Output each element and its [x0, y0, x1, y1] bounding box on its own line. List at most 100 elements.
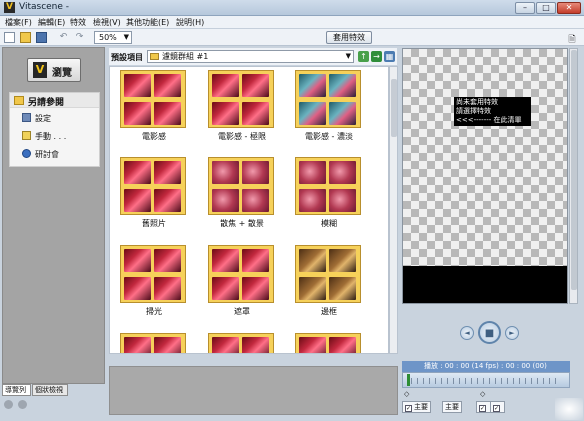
preview-message-line: 尚未套用特效	[456, 98, 498, 106]
playhead-handle[interactable]	[407, 374, 410, 386]
sidebar-item-manual[interactable]: 手動 . . .	[22, 131, 66, 142]
settings-label: 設定	[35, 114, 51, 123]
preset-preview-image	[212, 277, 239, 300]
browse-button[interactable]: V 瀏覽	[27, 58, 81, 82]
maximize-button[interactable]: □	[536, 2, 556, 14]
tab-navigation[interactable]: 導覽列	[2, 384, 31, 396]
presets-scrollbar[interactable]	[389, 66, 398, 354]
minimize-button[interactable]: –	[515, 2, 535, 14]
preset-thumbnail	[120, 245, 186, 303]
browse-label: 瀏覽	[52, 68, 72, 79]
sidebar-tabs: 導覽列 個狀檢視	[2, 384, 105, 396]
preview-message: 尚未套用特效 請選擇特效 <<<------- 在此清單	[454, 97, 531, 126]
preview-scrollbar[interactable]	[569, 48, 578, 304]
folder-up-icon[interactable]: ↑	[358, 51, 369, 62]
see-also-panel: 另請參閱 設定 手動 . . . 研討會	[9, 92, 100, 167]
preset-preview-image	[329, 74, 356, 97]
preset-preview-image	[299, 337, 326, 353]
folder-icon	[14, 96, 24, 105]
preset-preview-image	[212, 189, 239, 212]
preset-label: 舊照片	[142, 219, 166, 228]
presets-grid: 電影感電影感 - 極限電影感 - 濃淡舊照片散焦 + 散景模糊掃光遮罩邊框特殊化	[109, 66, 389, 354]
preset-label: 電影感 - 極限	[218, 132, 266, 141]
option-checkbox[interactable]: ✓	[490, 401, 505, 413]
checkbox-icon: ✓	[405, 405, 412, 412]
timeline-slider[interactable]	[402, 372, 570, 388]
preset-preview-image	[329, 161, 356, 184]
playback-controls: ◄ ■ ►	[402, 318, 578, 360]
preset-preview-image	[242, 337, 269, 353]
preset-thumbnail	[295, 245, 361, 303]
preset-preview-image	[124, 74, 151, 97]
preset-label: 模糊	[321, 219, 337, 228]
apply-effect-button[interactable]: 套用特效	[326, 31, 372, 44]
preset-label: 遮罩	[234, 307, 250, 316]
redo-icon[interactable]: ↷	[74, 32, 85, 43]
zoom-select[interactable]: 50% ▼	[94, 31, 132, 44]
tab-status-view[interactable]: 個狀檢視	[32, 384, 68, 396]
preset-label: 邊框	[321, 307, 337, 316]
preset-thumbnail	[295, 70, 361, 128]
previous-frame-button[interactable]: ◄	[460, 326, 474, 340]
preset-preview-image	[212, 337, 239, 353]
preset-preview-image	[329, 337, 356, 353]
preset-preview-image	[212, 74, 239, 97]
preset-preview-image	[154, 277, 181, 300]
filter-group-select[interactable]: 濾鏡群組 #1 ▼	[147, 50, 354, 63]
preset-preview-image	[154, 161, 181, 184]
preset-preview-image	[329, 249, 356, 272]
menu-edit[interactable]: 編輯(E)	[38, 17, 65, 28]
undo-icon[interactable]: ↶	[58, 32, 69, 43]
scrollbar-thumb[interactable]	[571, 50, 577, 290]
forward-arrow-icon[interactable]: →	[371, 51, 382, 62]
preset-preview-image	[154, 74, 181, 97]
checkbox-icon: ✓	[479, 405, 486, 412]
scrollbar-thumb[interactable]	[391, 79, 397, 137]
close-button[interactable]: ✕	[557, 2, 581, 14]
keyframe-checkbox[interactable]: ✓ 主要	[402, 401, 431, 413]
preset-thumbnail	[295, 157, 361, 215]
option-checkbox[interactable]: ✓	[476, 401, 491, 413]
chevron-down-icon: ▼	[123, 33, 129, 41]
preset-thumbnail	[120, 333, 186, 353]
preset-thumbnail	[208, 157, 274, 215]
sidebar-item-workshop[interactable]: 研討會	[22, 149, 59, 160]
keyframe-marker-icon[interactable]: ◇	[480, 390, 485, 398]
menu-file[interactable]: 檔案(F)	[5, 17, 32, 28]
preset-preview-image	[124, 102, 151, 125]
next-frame-button[interactable]: ►	[505, 326, 519, 340]
preset-preview-image	[212, 102, 239, 125]
keyframe-marker-icon[interactable]: ◇	[404, 390, 409, 398]
preset-preview-image	[154, 249, 181, 272]
preset-preview-image	[299, 102, 326, 125]
menu-other[interactable]: 其他功能(E)	[126, 17, 169, 28]
sidebar-item-settings[interactable]: 設定	[22, 113, 51, 124]
preset-thumbnail	[208, 70, 274, 128]
grid-view-icon[interactable]: ▦	[384, 51, 395, 62]
preview-message-line: 請選擇特效	[456, 107, 491, 115]
presets-header: 預設項目 濾鏡群組 #1 ▼ ↑ → ▦	[109, 48, 397, 65]
toolbar: ↶ ↷ 50% ▼ 套用特效 🗎	[0, 29, 584, 46]
preset-preview-image	[242, 249, 269, 272]
open-folder-icon[interactable]	[20, 32, 31, 43]
vitascene-logo-icon: V	[33, 62, 47, 78]
menu-bar: 檔案(F) 編輯(E) 特效 檢視(V) 其他功能(E) 說明(H)	[0, 16, 584, 29]
preset-thumbnail	[208, 245, 274, 303]
help-icon[interactable]: 🗎	[566, 32, 578, 45]
preset-label: 電影感 - 濃淡	[305, 132, 353, 141]
presets-label: 預設項目	[111, 53, 143, 62]
preset-preview-image	[124, 337, 151, 353]
preset-preview-image	[242, 277, 269, 300]
menu-effects[interactable]: 特效	[70, 17, 86, 28]
folder-icon	[150, 53, 159, 60]
keyframe-tab[interactable]: 主要	[442, 401, 462, 413]
preset-preview-image	[212, 161, 239, 184]
save-icon[interactable]	[36, 32, 47, 43]
menu-help[interactable]: 說明(H)	[176, 17, 204, 28]
see-also-title: 另請參閱	[28, 98, 65, 108]
stop-button[interactable]: ■	[478, 321, 501, 344]
preset-preview-image	[299, 249, 326, 272]
menu-view[interactable]: 檢視(V)	[93, 17, 121, 28]
preset-preview-image	[299, 189, 326, 212]
new-file-icon[interactable]	[4, 32, 15, 43]
